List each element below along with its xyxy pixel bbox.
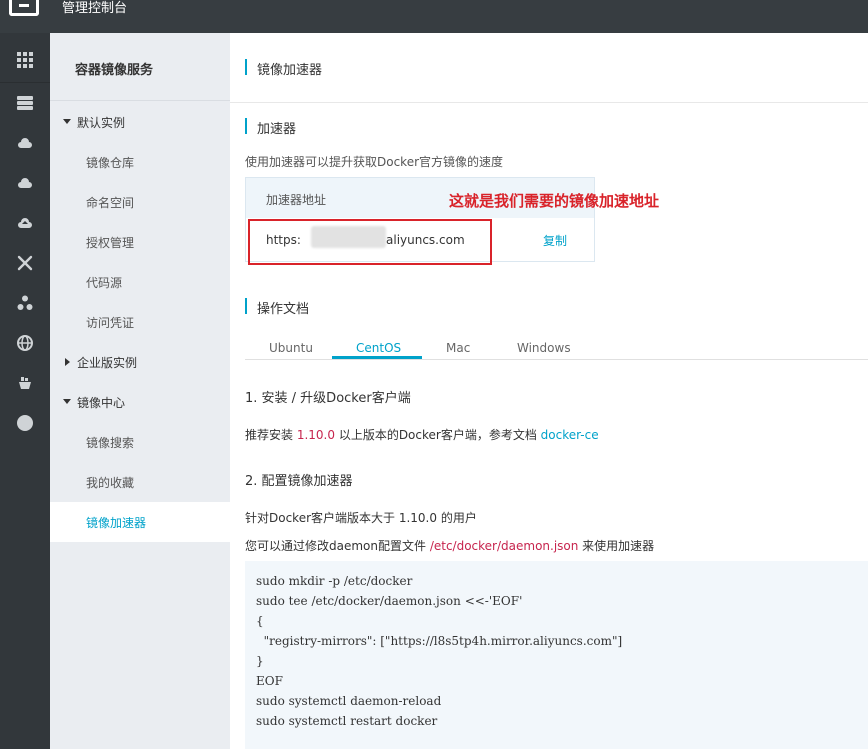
network-icon[interactable]: [0, 243, 50, 283]
console-title[interactable]: 管理控制台: [62, 0, 127, 17]
main-content: 镜像加速器 加速器 使用加速器可以提升获取Docker官方镜像的速度 加速器地址…: [230, 33, 868, 749]
accelerator-section-title: 加速器: [257, 122, 297, 137]
tab-centos[interactable]: CentOS: [356, 341, 401, 355]
sidebar-item-label: 镜像仓库: [86, 156, 135, 170]
container-icon[interactable]: [0, 363, 50, 403]
aliyun-logo[interactable]: [9, 0, 39, 16]
os-tabs: Ubuntu CentOS Mac Windows: [245, 335, 868, 360]
product-sidebar: 容器镜像服务 默认实例 镜像仓库 命名空间 授权管理 代码源 访问凭证 企业版实…: [50, 33, 230, 749]
step2-title: 2. 配置镜像加速器: [245, 474, 353, 489]
tab-mac[interactable]: Mac: [446, 341, 470, 355]
step2-line2-post: 来使用加速器: [578, 539, 655, 553]
sidebar-item-favorites[interactable]: 我的收藏: [50, 462, 230, 502]
nav-group-default-instance[interactable]: 默认实例: [50, 102, 230, 142]
nav-group-enterprise-instance[interactable]: 企业版实例: [50, 342, 230, 382]
section-marker: [245, 298, 247, 314]
circle-icon[interactable]: [0, 403, 50, 443]
icon-rail: [0, 33, 50, 749]
cloud-icon[interactable]: [0, 163, 50, 203]
cloud-upload-icon[interactable]: [0, 203, 50, 243]
docker-ce-link[interactable]: docker-ce: [541, 428, 599, 442]
code-line: "registry-mirrors": ["https://l8s5tp4h.m…: [256, 634, 623, 648]
step1-text-pre: 推荐安装: [245, 428, 297, 442]
annotation-text: 这就是我们需要的镜像加速地址: [449, 192, 660, 210]
sidebar-item-label: 命名空间: [86, 196, 135, 210]
sidebar-item-code-source[interactable]: 代码源: [50, 262, 230, 302]
top-bar: 管理控制台: [0, 0, 868, 33]
sidebar-item-image-search[interactable]: 镜像搜索: [50, 422, 230, 462]
step2-line2-pre: 您可以通过修改daemon配置文件: [245, 539, 430, 553]
sidebar-item-access-credentials[interactable]: 访问凭证: [50, 302, 230, 342]
caret-down-icon: [63, 399, 71, 404]
step2-line2: 您可以通过修改daemon配置文件 /etc/docker/daemon.jso…: [245, 537, 654, 554]
sidebar-item-label: 镜像加速器: [86, 516, 147, 530]
cluster-icon[interactable]: [0, 283, 50, 323]
sidebar-item-label: 我的收藏: [86, 476, 135, 490]
code-line: sudo systemctl restart docker: [256, 714, 438, 728]
nav-group-image-center[interactable]: 镜像中心: [50, 382, 230, 422]
globe-icon[interactable]: [0, 323, 50, 363]
accelerator-address-header: 加速器地址: [266, 193, 327, 207]
sidebar-item-label: 代码源: [86, 276, 123, 290]
copy-button[interactable]: 复制: [543, 232, 567, 249]
cloud-shield-icon[interactable]: [0, 123, 50, 163]
code-block[interactable]: sudo mkdir -p /etc/docker sudo tee /etc/…: [245, 561, 868, 749]
docs-section-title: 操作文档: [257, 302, 310, 317]
code-line: {: [256, 614, 264, 628]
sidebar-item-label: 访问凭证: [86, 316, 135, 330]
nav-group-label: 镜像中心: [77, 396, 126, 410]
annotation-highlight-box: [248, 219, 492, 265]
caret-down-icon: [63, 119, 71, 124]
code-line: sudo systemctl daemon-reload: [256, 694, 442, 708]
code-line: }: [256, 654, 264, 668]
grid-icon[interactable]: [0, 37, 50, 83]
page-header: 镜像加速器: [230, 33, 868, 103]
sidebar-item-namespaces[interactable]: 命名空间: [50, 182, 230, 222]
nav-group-label: 默认实例: [77, 116, 126, 130]
step1-title: 1. 安装 / 升级Docker客户端: [245, 391, 411, 406]
title-marker: [245, 59, 247, 75]
tab-windows[interactable]: Windows: [517, 341, 571, 355]
daemon-path-highlight: /etc/docker/daemon.json: [429, 539, 579, 553]
database-icon[interactable]: [0, 83, 50, 123]
step1-text: 推荐安装 1.10.0 以上版本的Docker客户端，参考文档 docker-c…: [245, 426, 599, 443]
version-highlight: 1.10.0: [296, 428, 335, 442]
sidebar-item-authorization[interactable]: 授权管理: [50, 222, 230, 262]
sidebar-header: 容器镜像服务: [50, 33, 230, 101]
tab-ubuntu[interactable]: Ubuntu: [269, 341, 313, 355]
code-line: EOF: [256, 674, 283, 688]
code-line: sudo mkdir -p /etc/docker: [256, 574, 413, 588]
step2-line1: 针对Docker客户端版本大于 1.10.0 的用户: [245, 511, 477, 525]
code-line: sudo tee /etc/docker/daemon.json <<-'EOF…: [256, 594, 523, 608]
sidebar-item-label: 授权管理: [86, 236, 135, 250]
page-title: 镜像加速器: [257, 63, 323, 78]
step1-text-mid: 以上版本的Docker客户端，参考文档: [335, 428, 541, 442]
caret-right-icon: [65, 358, 70, 366]
active-tab-indicator: [332, 356, 422, 359]
sidebar-item-mirror-accelerator[interactable]: 镜像加速器: [50, 502, 230, 542]
sidebar-title: 容器镜像服务: [75, 63, 154, 78]
accelerator-description: 使用加速器可以提升获取Docker官方镜像的速度: [245, 155, 504, 169]
section-marker: [245, 118, 247, 134]
sidebar-item-label: 镜像搜索: [86, 436, 135, 450]
sidebar-item-repositories[interactable]: 镜像仓库: [50, 142, 230, 182]
nav-group-label: 企业版实例: [77, 356, 138, 370]
